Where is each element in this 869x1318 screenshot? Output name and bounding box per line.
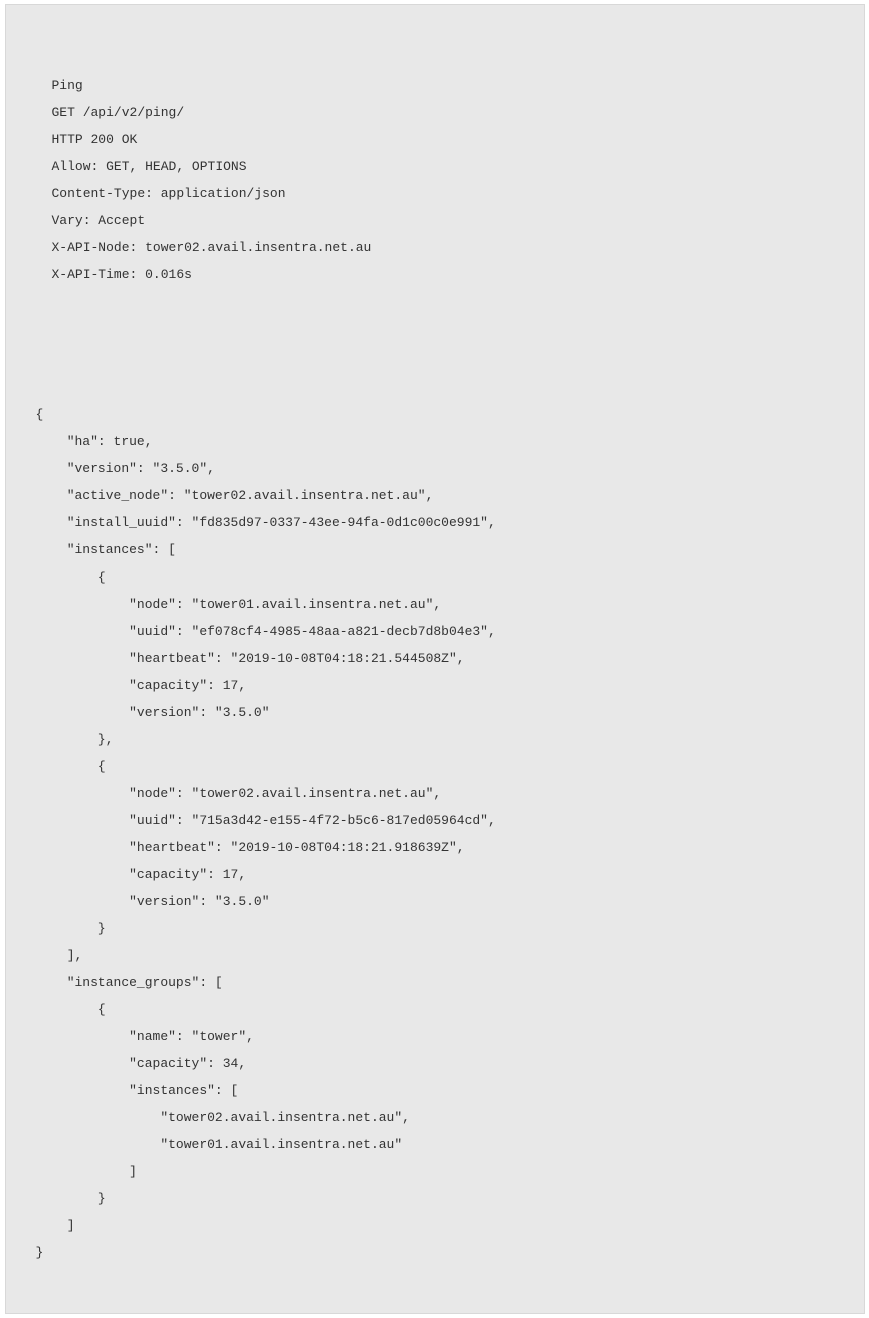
api-time-header: X-API-Time: 0.016s	[52, 261, 834, 288]
json-line: },	[36, 726, 834, 753]
json-line: "instances": [	[36, 1077, 834, 1104]
response-header: PingGET /api/v2/ping/HTTP 200 OKAllow: G…	[52, 72, 834, 288]
json-line: "tower01.avail.insentra.net.au"	[36, 1131, 834, 1158]
json-line: "node": "tower02.avail.insentra.net.au",	[36, 780, 834, 807]
json-line: "active_node": "tower02.avail.insentra.n…	[36, 482, 834, 509]
json-line: "heartbeat": "2019-10-08T04:18:21.544508…	[36, 645, 834, 672]
json-line: "install_uuid": "fd835d97-0337-43ee-94fa…	[36, 509, 834, 536]
json-line: }	[36, 1185, 834, 1212]
status-line: HTTP 200 OK	[52, 126, 834, 153]
request-line: GET /api/v2/ping/	[52, 99, 834, 126]
json-line: "node": "tower01.avail.insentra.net.au",	[36, 591, 834, 618]
json-line: {	[36, 564, 834, 591]
json-line: {	[36, 401, 834, 428]
json-line: "version": "3.5.0",	[36, 455, 834, 482]
json-line: ]	[36, 1158, 834, 1185]
json-line: ],	[36, 942, 834, 969]
json-line: {	[36, 996, 834, 1023]
json-line: ]	[36, 1212, 834, 1239]
json-line: "heartbeat": "2019-10-08T04:18:21.918639…	[36, 834, 834, 861]
json-line: "tower02.avail.insentra.net.au",	[36, 1104, 834, 1131]
json-line: "version": "3.5.0"	[36, 888, 834, 915]
api-node-header: X-API-Node: tower02.avail.insentra.net.a…	[52, 234, 834, 261]
json-line: "uuid": "715a3d42-e155-4f72-b5c6-817ed05…	[36, 807, 834, 834]
json-line: {	[36, 753, 834, 780]
json-line: "instances": [	[36, 536, 834, 563]
content-type-header: Content-Type: application/json	[52, 180, 834, 207]
response-body: { "ha": true, "version": "3.5.0", "activ…	[36, 401, 834, 1266]
json-line: }	[36, 1239, 834, 1266]
api-response-block: PingGET /api/v2/ping/HTTP 200 OKAllow: G…	[5, 4, 865, 1314]
endpoint-title: Ping	[52, 72, 834, 99]
json-line: "ha": true,	[36, 428, 834, 455]
json-line: "uuid": "ef078cf4-4985-48aa-a821-decb7d8…	[36, 618, 834, 645]
vary-header: Vary: Accept	[52, 207, 834, 234]
json-line: "instance_groups": [	[36, 969, 834, 996]
json-line: "capacity": 17,	[36, 861, 834, 888]
json-line: "name": "tower",	[36, 1023, 834, 1050]
json-line: "version": "3.5.0"	[36, 699, 834, 726]
json-line: "capacity": 17,	[36, 672, 834, 699]
allow-header: Allow: GET, HEAD, OPTIONS	[52, 153, 834, 180]
json-line: }	[36, 915, 834, 942]
json-line: "capacity": 34,	[36, 1050, 834, 1077]
